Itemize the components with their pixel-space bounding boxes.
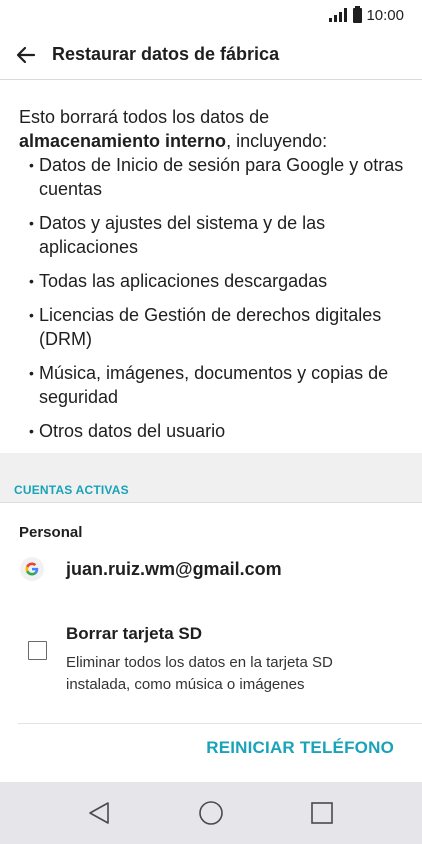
data-list: Datos de Inicio de sesión para Google y … <box>29 153 414 453</box>
intro-text-bold: almacenamiento interno <box>19 131 227 151</box>
status-icons: 10:00 <box>329 5 404 24</box>
intro-text: Esto borrará todos los datos de almacena… <box>19 105 409 153</box>
list-item: Todas las aplicaciones descargadas <box>29 269 414 293</box>
erase-sd-option[interactable]: Borrar tarjeta SD Eliminar todos los dat… <box>0 620 422 720</box>
app-bar: Restaurar datos de fábrica <box>0 30 422 80</box>
list-item: Música, imágenes, documentos y copias de… <box>29 361 414 409</box>
list-item: Otros datos del usuario <box>29 419 414 443</box>
system-nav-bar <box>0 782 422 844</box>
page-title: Restaurar datos de fábrica <box>52 44 280 64</box>
list-item: Datos y ajustes del sistema y de las apl… <box>29 211 414 259</box>
recents-square-icon[interactable] <box>308 799 336 827</box>
accounts-section-header: CUENTAS ACTIVAS <box>0 453 422 503</box>
divider <box>18 723 422 724</box>
back-triangle-icon[interactable] <box>86 799 114 827</box>
intro-text-after: , incluyendo: <box>226 131 328 151</box>
intro-text-before: Esto borrará todos los datos de <box>19 107 270 127</box>
erase-sd-title: Borrar tarjeta SD <box>66 624 203 643</box>
list-item: Datos de Inicio de sesión para Google y … <box>29 153 414 201</box>
status-time: 10:00 <box>366 6 404 24</box>
personal-label: Personal <box>19 524 83 541</box>
status-bar: 10:00 <box>0 0 422 30</box>
signal-icon <box>329 8 348 22</box>
section-label: CUENTAS ACTIVAS <box>14 483 129 497</box>
google-icon <box>20 557 44 581</box>
battery-icon <box>353 5 363 23</box>
arrow-left-icon[interactable] <box>12 41 40 69</box>
home-circle-icon[interactable] <box>197 799 225 827</box>
account-row: juan.ruiz.wm@gmail.com <box>0 552 422 588</box>
list-item: Licencias de Gestión de derechos digital… <box>29 303 414 351</box>
reset-phone-button[interactable]: REINICIAR TELÉFONO <box>206 738 394 758</box>
account-email: juan.ruiz.wm@gmail.com <box>66 559 282 579</box>
erase-sd-description: Eliminar todos los datos en la tarjeta S… <box>66 654 333 693</box>
erase-sd-checkbox[interactable] <box>28 641 47 660</box>
